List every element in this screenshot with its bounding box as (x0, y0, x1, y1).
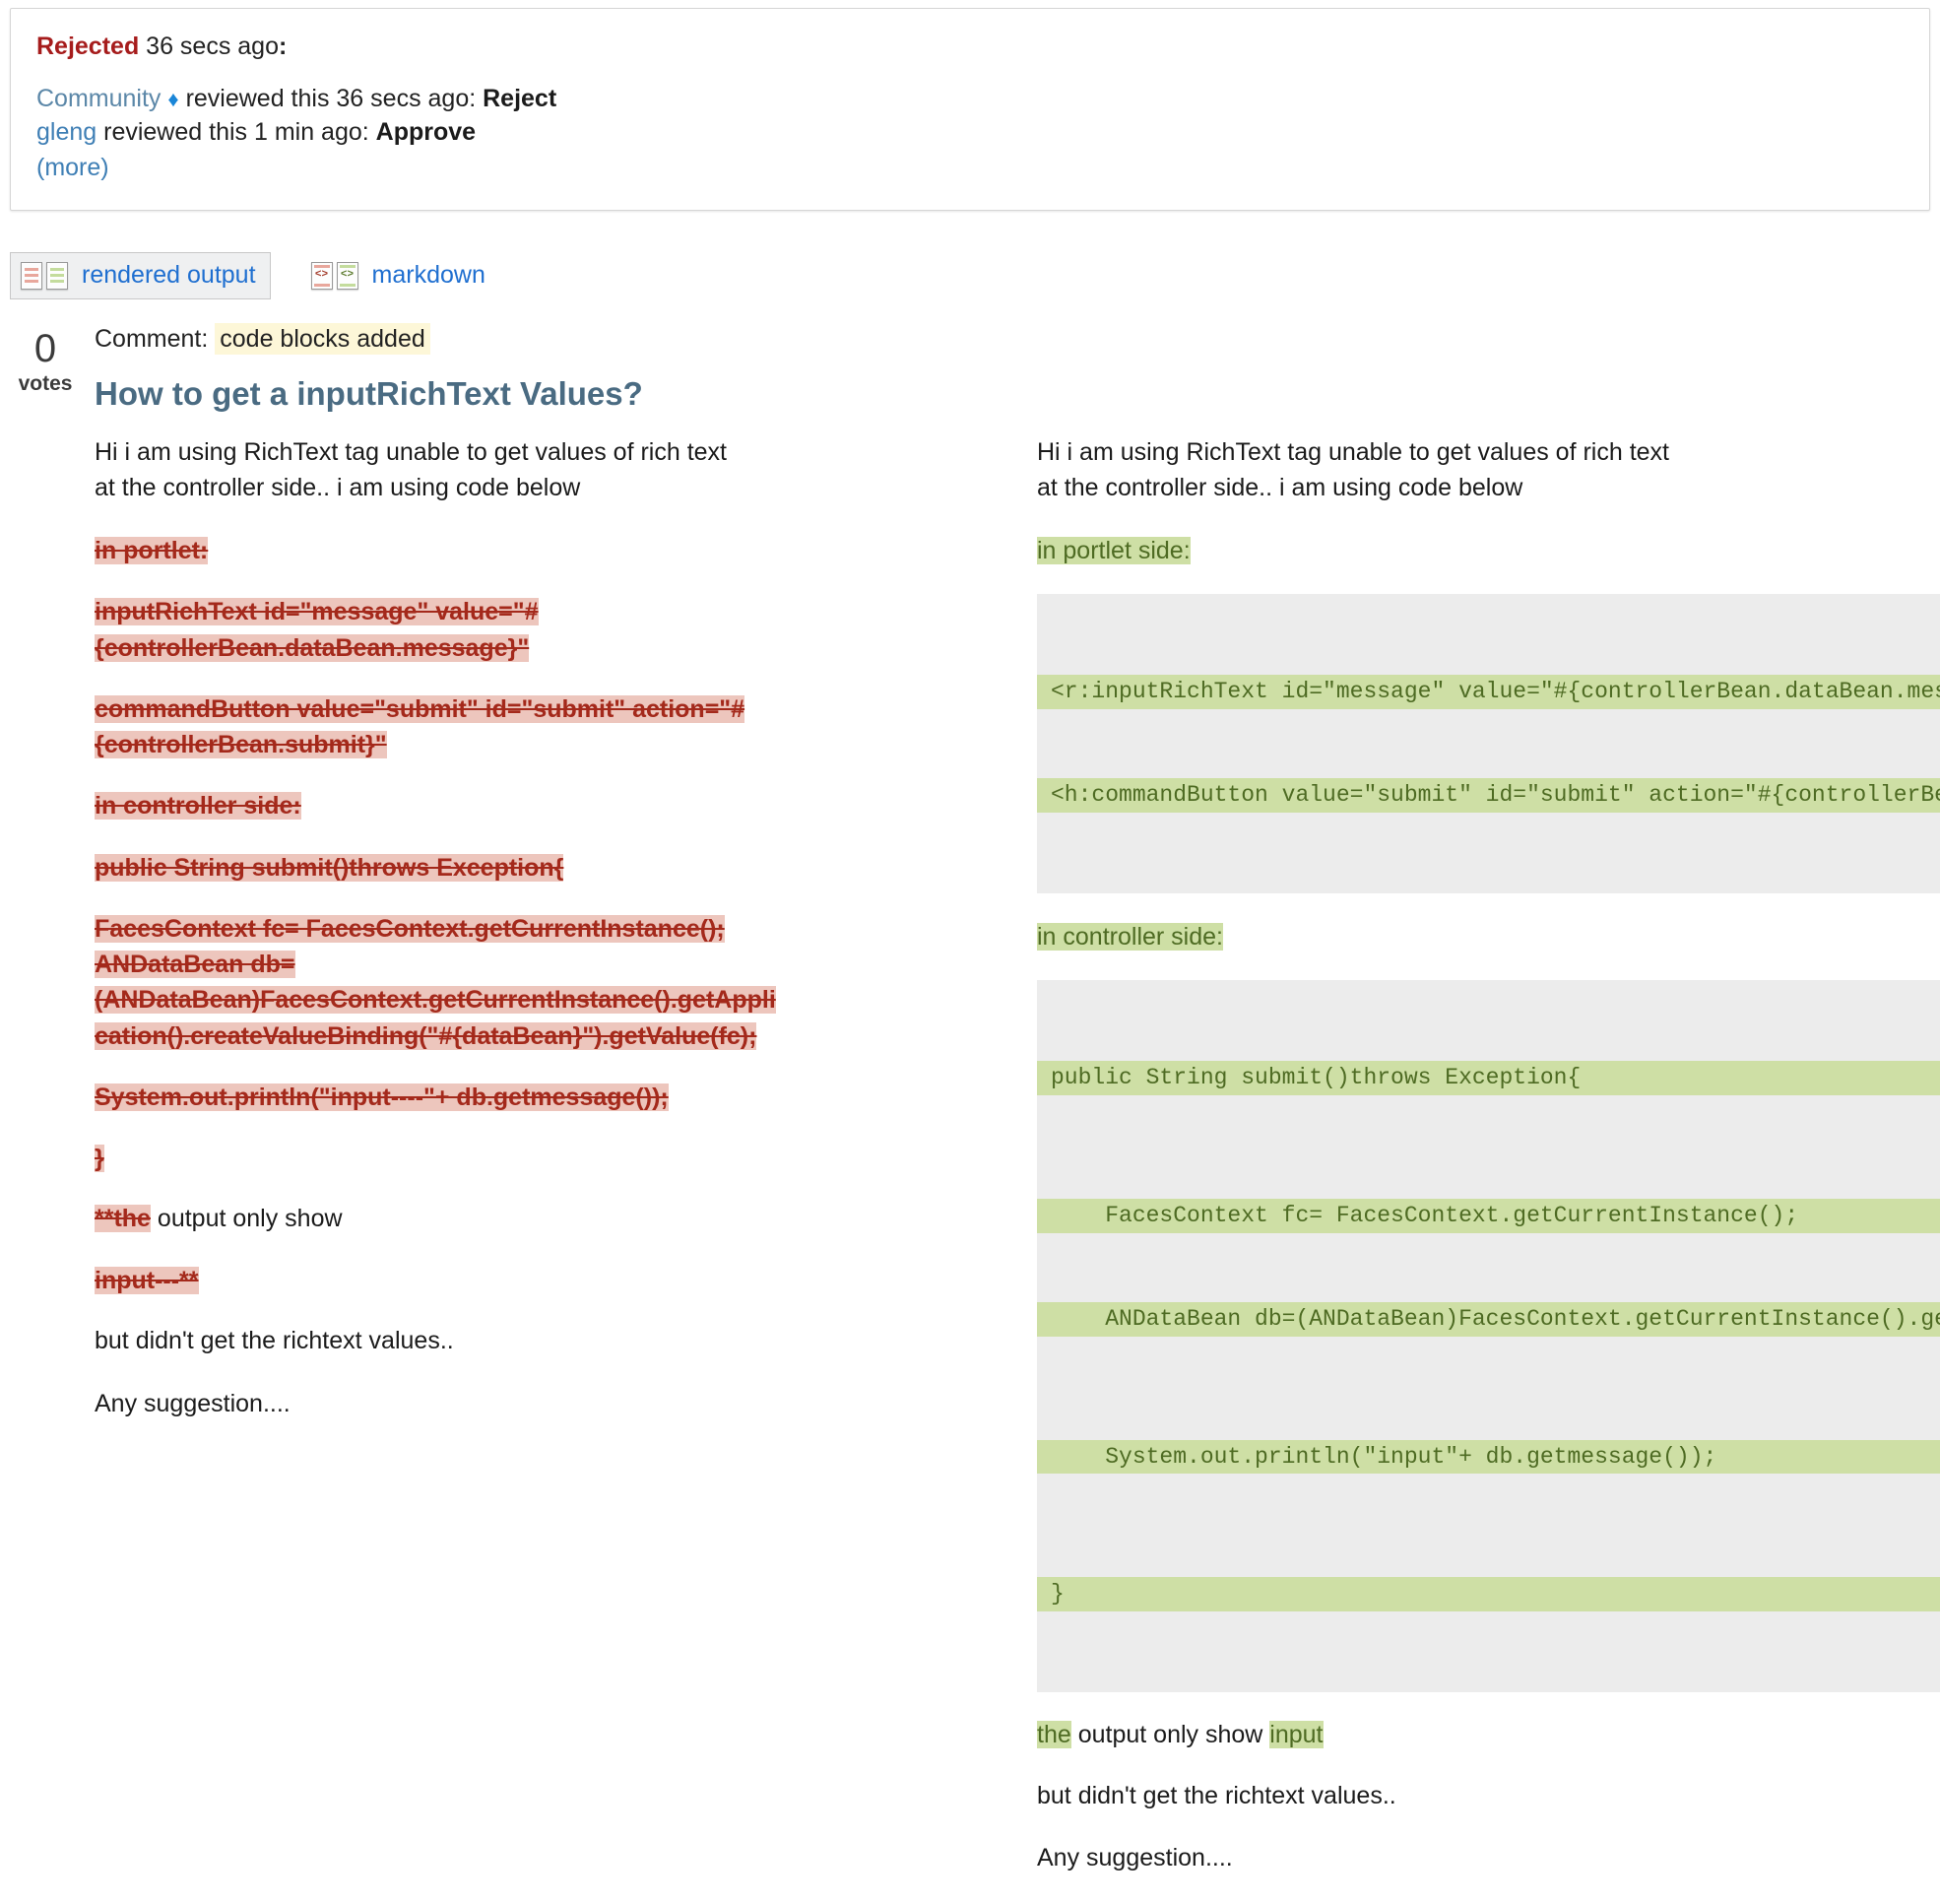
code-line: ANDataBean db=(ANDataBean)FacesContext.g… (1037, 1301, 1940, 1337)
diff-column-old: Hi i am using RichText tag unable to get… (95, 435, 1017, 1449)
vote-column: 0 votes (10, 325, 81, 1904)
new-code-block-controller: public String submit()throws Exception{ … (1037, 980, 1940, 1693)
post-container: 0 votes Comment: code blocks added How t… (0, 322, 1940, 1904)
old-mixed-paragraph: **the output only show (95, 1202, 744, 1237)
review-vote-row: Community ♦ reviewed this 36 secs ago: R… (36, 82, 1904, 115)
diff-view-tabs: rendered output <> <> markdown (10, 251, 1940, 299)
deleted-text: in controller side: (95, 792, 301, 821)
edit-comment-row: Comment: code blocks added (95, 322, 1940, 355)
new-inserted-block: in portlet side: (1037, 533, 1940, 568)
old-deleted-block: System.out.println("input----"+ db.getme… (95, 1080, 784, 1115)
deleted-text: System.out.println("input----"+ db.getme… (95, 1083, 669, 1111)
old-deleted-block: inputRichText id="message" value="#{cont… (95, 594, 784, 666)
code-line-top (313, 264, 330, 268)
deleted-text: input---** (95, 1266, 199, 1294)
new-intro-paragraph: Hi i am using RichText tag unable to get… (1037, 438, 1669, 501)
deleted-text: inputRichText id="message" value="#{cont… (95, 598, 539, 662)
diff-columns: Hi i am using RichText tag unable to get… (95, 435, 1940, 1904)
inserted-text: the (1037, 1721, 1071, 1749)
diff-column-new: Hi i am using RichText tag unable to get… (1017, 435, 1940, 1904)
code-red-icon: <> (310, 261, 333, 290)
review-verdict-approve: Approve (375, 117, 477, 146)
old-intro-paragraph: Hi i am using RichText tag unable to get… (95, 438, 727, 501)
deleted-text: in portlet: (95, 537, 209, 564)
code-line: public String submit()throws Exception{ (1037, 1061, 1940, 1095)
review-status-colon: : (279, 33, 288, 60)
doc-line (25, 268, 38, 272)
deleted-text: } (95, 1145, 104, 1172)
review-status-line: Rejected 36 secs ago: (36, 31, 1904, 64)
edit-comment-value: code blocks added (215, 322, 430, 355)
old-deleted-block: input---** (95, 1263, 784, 1298)
kept-text: output only show (1070, 1721, 1270, 1749)
code-line: <r:inputRichText id="message" value="#{c… (1037, 675, 1940, 710)
vote-count: 0 (33, 326, 57, 370)
old-deleted-block: in portlet: (95, 533, 784, 568)
old-deleted-block: } (95, 1141, 784, 1176)
doc-line (25, 280, 38, 284)
review-status-banner: Rejected 36 secs ago: Community ♦ review… (10, 8, 1930, 211)
doc-line (50, 274, 64, 278)
side-by-side-code-icon: <> <> (310, 261, 358, 290)
review-status-word: Rejected (36, 33, 140, 60)
code-line-bottom (313, 283, 330, 287)
code-line: FacesContext fc= FacesContext.getCurrent… (1037, 1198, 1940, 1233)
inserted-text: input (1269, 1721, 1324, 1749)
reviewer-link-gleng[interactable]: gleng (36, 118, 97, 146)
old-plain-paragraph: but didn't get the richtext values.. (95, 1327, 454, 1354)
inserted-text: in controller side: (1037, 922, 1223, 951)
review-more-row: (more) (36, 149, 1904, 184)
code-line-bottom (339, 283, 356, 287)
doc-line (50, 280, 64, 284)
deleted-text: commandButton value="submit" id="submit"… (95, 694, 745, 758)
deleted-text: public String submit()throws Exception{ (95, 853, 564, 882)
code-green-icon: <> (336, 261, 358, 290)
code-line-top (339, 264, 356, 268)
page-title: How to get a inputRichText Values? (95, 374, 643, 412)
code-line: System.out.println("input"+ db.getmessag… (1037, 1439, 1940, 1475)
review-vote-row: gleng reviewed this 1 min ago: Approve (36, 115, 1904, 149)
new-plain-paragraph: but didn't get the richtext values.. (1037, 1781, 1396, 1809)
old-deleted-block: in controller side: (95, 788, 784, 823)
deleted-text: FacesContext fc= FacesContext.getCurrent… (95, 914, 776, 1050)
doc-line (50, 268, 64, 272)
code-line: } (1037, 1577, 1940, 1612)
document-green-icon (46, 261, 68, 290)
tab-markdown[interactable]: <> <> markdown (300, 252, 500, 299)
angle-brackets-glyph: <> (314, 269, 329, 282)
side-by-side-doc-icon (21, 261, 68, 290)
old-plain-paragraph: Any suggestion.... (95, 1389, 291, 1417)
angle-brackets-glyph: <> (340, 269, 355, 282)
old-deleted-block: FacesContext fc= FacesContext.getCurrent… (95, 911, 784, 1054)
tab-markdown-label: markdown (371, 261, 485, 290)
review-vote-text: reviewed this 1 min ago: (103, 117, 369, 146)
vote-label: votes (18, 371, 73, 395)
doc-line (25, 274, 38, 278)
old-deleted-block: public String submit()throws Exception{ (95, 850, 784, 886)
post-main: Comment: code blocks added How to get a … (81, 322, 1940, 1904)
tab-rendered-output-label: rendered output (82, 261, 256, 290)
new-inserted-block: in controller side: (1037, 919, 1940, 954)
old-deleted-block: commandButton value="submit" id="submit"… (95, 691, 784, 763)
reviewer-link-community[interactable]: Community (36, 85, 161, 112)
review-verdict-reject: Reject (483, 84, 557, 112)
tab-rendered-output[interactable]: rendered output (10, 251, 271, 299)
inserted-text: in portlet side: (1037, 537, 1191, 564)
review-status-time: 36 secs ago (146, 33, 279, 60)
code-line: <h:commandButton value="submit" id="subm… (1037, 778, 1940, 813)
moderator-diamond-icon: ♦ (167, 86, 179, 111)
document-red-icon (21, 261, 42, 290)
new-plain-paragraph: Any suggestion.... (1037, 1844, 1233, 1872)
review-vote-list: Community ♦ reviewed this 36 secs ago: R… (36, 82, 1904, 184)
edit-comment-label: Comment: (95, 324, 209, 353)
show-more-reviews-link[interactable]: (more) (36, 151, 109, 184)
deleted-text: **the (95, 1205, 151, 1233)
kept-text: output only show (150, 1205, 343, 1233)
review-vote-text: reviewed this 36 secs ago: (185, 84, 477, 112)
new-code-block-portlet: <r:inputRichText id="message" value="#{c… (1037, 594, 1940, 893)
new-mixed-paragraph: the output only show input (1037, 1718, 1687, 1753)
